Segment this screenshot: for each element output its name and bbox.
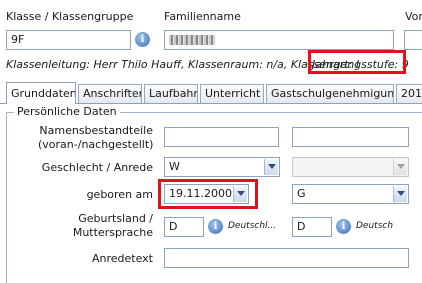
anredetext-label: Anredetext [91, 252, 153, 265]
geschlecht-value: W [169, 160, 180, 173]
tab-2013[interactable]: 2013 [396, 84, 422, 103]
class-input[interactable]: 9F [6, 30, 131, 50]
geboren-label: geboren am [86, 188, 153, 201]
tab-unterricht[interactable]: Unterricht [200, 84, 264, 103]
redacted-name [169, 35, 215, 45]
highlight-jahrgangsstufe [308, 50, 406, 74]
geburtsland-text: Deutschl... [228, 221, 277, 231]
info-icon[interactable]: i [208, 219, 223, 234]
tab-anschriften[interactable]: Anschriften [78, 84, 142, 103]
chevron-down-icon [393, 159, 407, 175]
familienname-input[interactable] [164, 30, 394, 50]
geburtsland-label: Geburtsland / Muttersprache [72, 212, 153, 239]
geschlecht-select[interactable]: W [164, 157, 280, 177]
anrede-select [292, 157, 409, 177]
anredetext-input[interactable] [164, 248, 409, 268]
g-select[interactable]: G [292, 184, 409, 204]
muttersprache-text: Deutsch [356, 221, 394, 231]
vorname-label-partial: Vor [405, 10, 422, 23]
highlight-geboren-am [158, 179, 258, 209]
g-value: G [297, 187, 306, 200]
section-title: Persönliche Daten [14, 105, 120, 118]
geschlecht-label: Geschlecht / Anrede [41, 161, 153, 174]
class-info-line: Klassenleitung: Herr Thilo Hauff, Klasse… [6, 58, 360, 71]
tab-grunddaten[interactable]: Grunddaten [6, 82, 76, 104]
familienname-label: Familienname [164, 10, 241, 23]
tab-gastschulgenehmigung[interactable]: Gastschulgenehmigung [266, 84, 394, 103]
chevron-down-icon[interactable] [393, 186, 407, 202]
class-label: Klasse / Klassengruppe [6, 10, 134, 23]
namensbestandteile-voran-input[interactable] [164, 127, 279, 147]
muttersprache-input[interactable]: D [292, 217, 332, 237]
info-icon[interactable]: i [336, 219, 351, 234]
chevron-down-icon[interactable] [264, 159, 278, 175]
geburtsland-input[interactable]: D [164, 217, 204, 237]
tab-laufbahn[interactable]: Laufbahn [144, 84, 198, 103]
vorname-input[interactable] [404, 30, 422, 50]
info-icon[interactable]: i [135, 32, 150, 47]
namensbestandteile-label: Namensbestandteile (voran-/nachgestellt) [38, 124, 154, 151]
namensbestandteile-nach-input[interactable] [292, 127, 409, 147]
